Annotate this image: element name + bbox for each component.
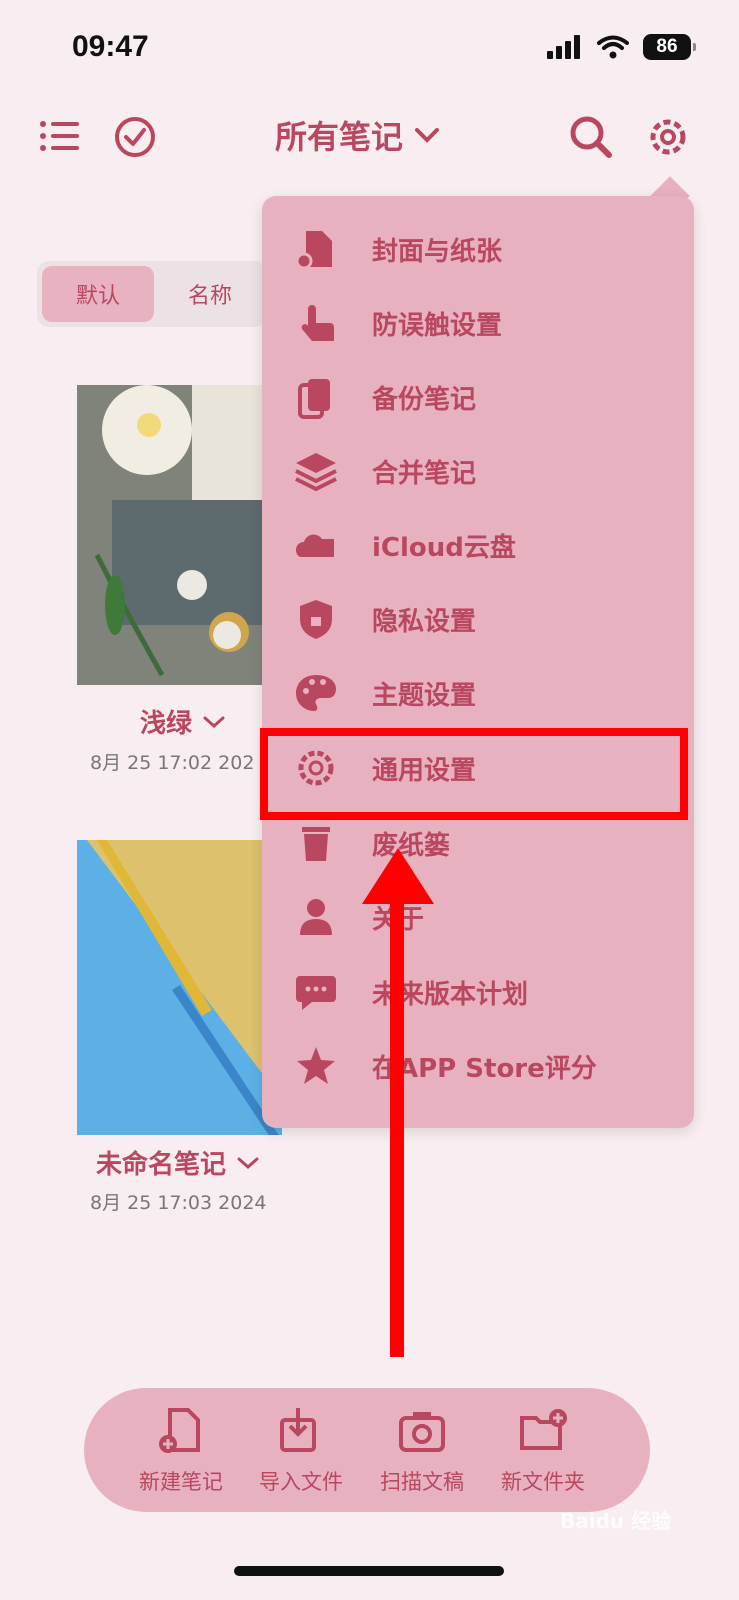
new-folder-label: 新文件夹 bbox=[501, 1470, 585, 1494]
page-title: 所有笔记 bbox=[275, 118, 404, 156]
palette-icon bbox=[296, 675, 336, 711]
note-date: 8月 25 17:03 2024 bbox=[90, 1192, 267, 1214]
list-icon[interactable] bbox=[35, 112, 85, 162]
trash-icon bbox=[302, 827, 330, 861]
settings-gear-icon[interactable] bbox=[643, 112, 693, 162]
cover-flower-image bbox=[77, 385, 282, 685]
cover-pencils-image bbox=[77, 840, 282, 1135]
sort-default-tab[interactable]: 默认 bbox=[42, 266, 154, 322]
chevron-down-icon bbox=[415, 128, 440, 143]
folder-plus-icon bbox=[520, 1409, 567, 1450]
import-file-label: 导入文件 bbox=[259, 1470, 343, 1494]
menu-item-icloud[interactable]: iCloud云盘 bbox=[262, 508, 694, 582]
menu-item-label: 主题设置 bbox=[372, 680, 477, 711]
menu-item-label: 隐私设置 bbox=[372, 606, 477, 637]
star-icon bbox=[297, 1047, 335, 1084]
home-indicator bbox=[234, 1566, 504, 1576]
status-time: 09:47 bbox=[72, 30, 149, 63]
menu-item-privacy[interactable]: 隐私设置 bbox=[262, 582, 694, 656]
cloud-drive-icon bbox=[295, 534, 334, 557]
check-circle-icon[interactable] bbox=[110, 112, 160, 162]
note-cover-thumbnail[interactable] bbox=[77, 840, 282, 1135]
shield-lock-icon bbox=[300, 600, 332, 639]
new-folder-button[interactable]: 新文件夹 bbox=[478, 1404, 608, 1496]
menu-item-label: 合并笔记 bbox=[372, 458, 477, 489]
menu-item-cover-paper[interactable]: 封面与纸张 bbox=[262, 212, 694, 286]
menu-item-theme[interactable]: 主题设置 bbox=[262, 656, 694, 730]
menu-item-about[interactable]: 关于 bbox=[262, 880, 694, 954]
note-cover-thumbnail[interactable] bbox=[77, 385, 282, 685]
menu-item-label: 防误触设置 bbox=[372, 310, 503, 341]
note-title: 浅绿 bbox=[140, 709, 193, 739]
menu-item-anti-touch[interactable]: 防误触设置 bbox=[262, 286, 694, 360]
menu-item-backup[interactable]: 备份笔记 bbox=[262, 360, 694, 434]
new-note-button[interactable]: 新建笔记 bbox=[116, 1404, 246, 1496]
chevron-down-icon bbox=[203, 716, 225, 728]
menu-item-label: 在APP Store评分 bbox=[372, 1053, 597, 1084]
status-icons: 86 bbox=[547, 34, 696, 60]
import-icon bbox=[280, 1408, 316, 1452]
wifi-icon bbox=[597, 35, 629, 59]
menu-item-roadmap[interactable]: 未来版本计划 bbox=[262, 955, 694, 1029]
note-title-dropdown[interactable]: 浅绿 bbox=[140, 703, 226, 740]
search-icon[interactable] bbox=[566, 112, 616, 162]
scan-document-label: 扫描文稿 bbox=[380, 1470, 464, 1494]
menu-item-label: 封面与纸张 bbox=[372, 236, 503, 267]
new-note-label: 新建笔记 bbox=[139, 1470, 223, 1494]
scan-document-button[interactable]: 扫描文稿 bbox=[357, 1404, 487, 1496]
backup-icon bbox=[298, 379, 330, 419]
note-title: 未命名笔记 bbox=[96, 1150, 227, 1180]
signal-icon bbox=[547, 35, 580, 59]
battery-indicator: 86 bbox=[643, 34, 696, 60]
menu-item-label: iCloud云盘 bbox=[372, 532, 516, 563]
sort-name-tab[interactable]: 名称 bbox=[165, 266, 255, 322]
annotation-arrow-shaft bbox=[390, 895, 404, 1357]
touch-hand-icon bbox=[301, 305, 334, 341]
chevron-down-icon bbox=[237, 1157, 259, 1169]
note-date: 8月 25 17:02 202 bbox=[90, 752, 255, 774]
menu-item-merge[interactable]: 合并笔记 bbox=[262, 434, 694, 508]
new-file-icon bbox=[159, 1408, 200, 1453]
menu-item-rate-app[interactable]: 在APP Store评分 bbox=[262, 1029, 694, 1103]
camera-icon bbox=[399, 1412, 445, 1452]
annotation-highlight-box bbox=[260, 728, 688, 820]
person-icon bbox=[300, 899, 332, 935]
file-gear-icon bbox=[295, 231, 332, 270]
import-file-button[interactable]: 导入文件 bbox=[236, 1404, 366, 1496]
menu-item-label: 备份笔记 bbox=[372, 384, 477, 415]
layers-icon bbox=[295, 453, 337, 492]
note-title-dropdown[interactable]: 未命名笔记 bbox=[96, 1144, 260, 1181]
page-title-dropdown[interactable]: 所有笔记 bbox=[275, 112, 441, 158]
watermark: Baidu 经验 bbox=[560, 1509, 672, 1533]
chat-bubble-icon bbox=[296, 976, 336, 1010]
